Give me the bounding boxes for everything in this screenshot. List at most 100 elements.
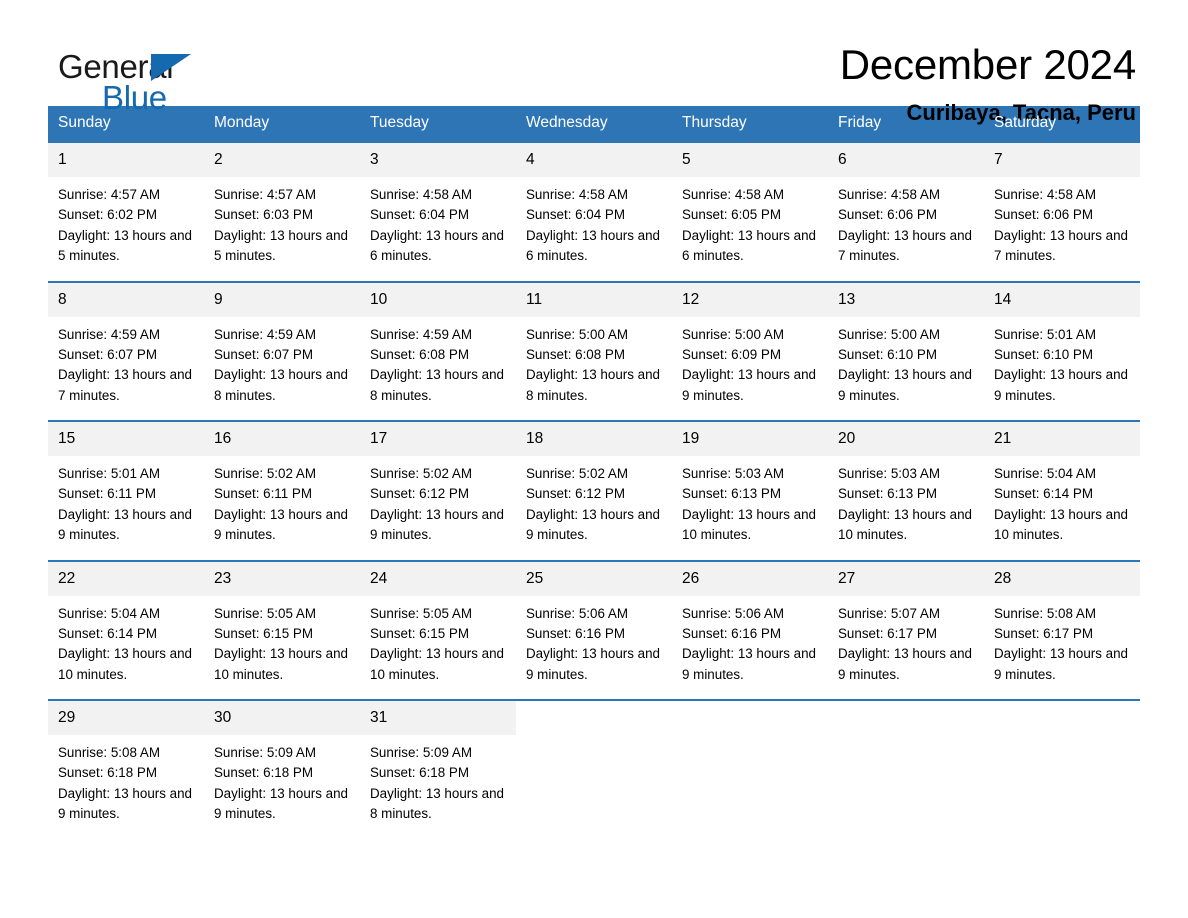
logo-text-blue: Blue <box>102 79 167 116</box>
day-number: 13 <box>828 282 984 317</box>
day-details: Sunrise: 5:06 AM Sunset: 6:16 PM Daylight:… <box>672 596 828 700</box>
sunrise-text: Sunrise: 5:08 AM <box>58 745 160 760</box>
calendar-day-cell[interactable]: 25 Sunrise: 5:06 AM Sunset: 6:16 PM Dayligh… <box>516 559 672 700</box>
sunrise-text: Sunrise: 5:02 AM <box>526 466 628 481</box>
sunrise-text: Sunrise: 5:01 AM <box>58 466 160 481</box>
calendar-day-cell[interactable]: 11 Sunrise: 5:00 AM Sunset: 6:08 PM Dayligh… <box>516 280 672 421</box>
calendar-day-cell[interactable]: 1 Sunrise: 4:57 AM Sunset: 6:02 PM Daylight… <box>48 141 204 282</box>
day-number: 28 <box>984 561 1140 596</box>
day-details: Sunrise: 4:58 AM Sunset: 6:04 PM Daylight:… <box>516 177 672 281</box>
day-number: 14 <box>984 282 1140 317</box>
day-details: Sunrise: 5:05 AM Sunset: 6:15 PM Daylight:… <box>360 596 516 700</box>
calendar-day-cell[interactable]: 10 Sunrise: 4:59 AM Sunset: 6:08 PM Dayligh… <box>360 280 516 421</box>
day-details: Sunrise: 4:58 AM Sunset: 6:05 PM Daylight:… <box>672 177 828 281</box>
calendar-day-cell[interactable]: 26 Sunrise: 5:06 AM Sunset: 6:16 PM Dayligh… <box>672 559 828 700</box>
calendar-day-cell[interactable]: 31 Sunrise: 5:09 AM Sunset: 6:18 PM Dayligh… <box>360 699 516 839</box>
calendar-day-cell[interactable]: 20 Sunrise: 5:03 AM Sunset: 6:13 PM Dayligh… <box>828 420 984 561</box>
day-details: Sunrise: 5:05 AM Sunset: 6:15 PM Daylight:… <box>204 596 360 700</box>
daylight-text: Daylight: 13 hours and 9 minutes. <box>994 646 1128 682</box>
calendar-day-cell[interactable]: 30 Sunrise: 5:09 AM Sunset: 6:18 PM Dayligh… <box>204 699 360 839</box>
calendar-day-cell[interactable]: 14 Sunrise: 5:01 AM Sunset: 6:10 PM Dayligh… <box>984 280 1140 421</box>
sunset-text: Sunset: 6:15 PM <box>214 625 313 641</box>
calendar-day-cell[interactable]: 8 Sunrise: 4:59 AM Sunset: 6:07 PM Daylight… <box>48 280 204 421</box>
sunrise-text: Sunrise: 5:03 AM <box>838 466 940 481</box>
daylight-text: Daylight: 13 hours and 10 minutes. <box>370 646 504 682</box>
sunset-text: Sunset: 6:02 PM <box>58 207 157 223</box>
sunset-text: Sunset: 6:09 PM <box>682 346 781 362</box>
sunset-text: Sunset: 6:18 PM <box>58 765 157 781</box>
sunrise-text: Sunrise: 4:59 AM <box>370 326 472 342</box>
calendar-day-cell[interactable]: 4 Sunrise: 4:58 AM Sunset: 6:04 PM Daylight… <box>516 141 672 282</box>
sunset-text: Sunset: 6:10 PM <box>838 346 937 362</box>
day-number: 5 <box>672 143 828 177</box>
day-details: Sunrise: 4:58 AM Sunset: 6:06 PM Daylight:… <box>828 177 984 281</box>
location-subtitle: Curibaya, Tacna, Peru <box>906 100 1136 126</box>
daylight-text: Daylight: 13 hours and 8 minutes. <box>526 367 660 403</box>
day-details: Sunrise: 5:03 AM Sunset: 6:13 PM Daylight:… <box>828 456 984 560</box>
calendar-day-cell[interactable]: 2 Sunrise: 4:57 AM Sunset: 6:03 PM Daylight… <box>204 141 360 282</box>
calendar-day-cell[interactable]: 23 Sunrise: 5:05 AM Sunset: 6:15 PM Dayligh… <box>204 559 360 700</box>
sunrise-text: Sunrise: 4:58 AM <box>682 187 784 202</box>
sunset-text: Sunset: 6:12 PM <box>526 486 625 502</box>
day-number <box>828 701 984 735</box>
calendar-day-cell[interactable]: 7 Sunrise: 4:58 AM Sunset: 6:06 PM Daylight… <box>984 141 1140 282</box>
calendar-day-cell[interactable]: 27 Sunrise: 5:07 AM Sunset: 6:17 PM Dayligh… <box>828 559 984 700</box>
general-blue-logo[interactable]: General Blue <box>58 42 208 114</box>
daylight-text: Daylight: 13 hours and 8 minutes. <box>214 367 348 403</box>
sunset-text: Sunset: 6:18 PM <box>214 765 313 781</box>
day-number: 19 <box>672 422 828 456</box>
sunset-text: Sunset: 6:07 PM <box>58 346 157 362</box>
sunset-text: Sunset: 6:17 PM <box>994 625 1093 641</box>
daylight-text: Daylight: 13 hours and 9 minutes. <box>58 785 192 822</box>
calendar-day-cell[interactable]: 17 Sunrise: 5:02 AM Sunset: 6:12 PM Dayligh… <box>360 420 516 561</box>
calendar-day-cell[interactable]: 22 Sunrise: 5:04 AM Sunset: 6:14 PM Dayligh… <box>48 559 204 700</box>
day-details: Sunrise: 5:00 AM Sunset: 6:08 PM Daylight:… <box>516 317 672 421</box>
day-details: Sunrise: 5:06 AM Sunset: 6:16 PM Daylight:… <box>516 596 672 700</box>
sunrise-text: Sunrise: 4:58 AM <box>526 187 628 202</box>
day-details: Sunrise: 5:00 AM Sunset: 6:10 PM Daylight:… <box>828 317 984 421</box>
sunrise-text: Sunrise: 4:59 AM <box>214 326 316 342</box>
daylight-text: Daylight: 13 hours and 9 minutes. <box>526 646 660 682</box>
calendar-day-cell[interactable]: 18 Sunrise: 5:02 AM Sunset: 6:12 PM Dayligh… <box>516 420 672 561</box>
calendar-day-cell[interactable]: 9 Sunrise: 4:59 AM Sunset: 6:07 PM Daylight… <box>204 280 360 421</box>
daylight-text: Daylight: 13 hours and 10 minutes. <box>994 506 1128 543</box>
calendar-day-cell[interactable]: 12 Sunrise: 5:00 AM Sunset: 6:09 PM Dayligh… <box>672 280 828 421</box>
calendar-day-cell[interactable]: 5 Sunrise: 4:58 AM Sunset: 6:05 PM Daylight… <box>672 141 828 282</box>
sunset-text: Sunset: 6:18 PM <box>370 765 469 781</box>
sunset-text: Sunset: 6:03 PM <box>214 207 313 223</box>
day-number <box>672 701 828 735</box>
calendar-day-cell[interactable]: 13 Sunrise: 5:00 AM Sunset: 6:10 PM Dayligh… <box>828 280 984 421</box>
sunrise-text: Sunrise: 5:02 AM <box>370 466 472 481</box>
daylight-text: Daylight: 13 hours and 6 minutes. <box>682 227 816 264</box>
calendar-day-cell[interactable]: 19 Sunrise: 5:03 AM Sunset: 6:13 PM Dayligh… <box>672 420 828 561</box>
day-number: 9 <box>204 282 360 317</box>
sunrise-text: Sunrise: 5:09 AM <box>370 745 472 760</box>
sunrise-text: Sunrise: 5:01 AM <box>994 326 1096 342</box>
calendar-day-cell[interactable]: 3 Sunrise: 4:58 AM Sunset: 6:04 PM Daylight… <box>360 141 516 282</box>
day-number: 16 <box>204 422 360 456</box>
daylight-text: Daylight: 13 hours and 8 minutes. <box>370 367 504 403</box>
daylight-text: Daylight: 13 hours and 9 minutes. <box>682 367 816 403</box>
calendar-week-row: 29 Sunrise: 5:08 AM Sunset: 6:18 PM Dayligh… <box>48 699 1140 839</box>
day-details: Sunrise: 5:04 AM Sunset: 6:14 PM Daylight:… <box>984 456 1140 560</box>
daylight-text: Daylight: 13 hours and 5 minutes. <box>214 227 348 264</box>
sunrise-text: Sunrise: 5:06 AM <box>682 605 784 621</box>
day-details: Sunrise: 5:04 AM Sunset: 6:14 PM Daylight:… <box>48 596 204 700</box>
calendar-day-cell[interactable]: 24 Sunrise: 5:05 AM Sunset: 6:15 PM Dayligh… <box>360 559 516 700</box>
calendar-day-cell[interactable]: 28 Sunrise: 5:08 AM Sunset: 6:17 PM Dayligh… <box>984 559 1140 700</box>
sunrise-text: Sunrise: 4:58 AM <box>994 187 1096 202</box>
calendar-day-cell[interactable]: 15 Sunrise: 5:01 AM Sunset: 6:11 PM Dayligh… <box>48 420 204 561</box>
day-details <box>516 735 672 821</box>
sunrise-text: Sunrise: 5:02 AM <box>214 466 316 481</box>
calendar-day-cell[interactable]: 29 Sunrise: 5:08 AM Sunset: 6:18 PM Dayligh… <box>48 699 204 839</box>
sunrise-text: Sunrise: 5:07 AM <box>838 605 940 621</box>
weekday-header-tuesday: Tuesday <box>360 106 516 142</box>
daylight-text: Daylight: 13 hours and 10 minutes. <box>682 506 816 543</box>
daylight-text: Daylight: 13 hours and 8 minutes. <box>370 785 504 822</box>
sunrise-text: Sunrise: 4:58 AM <box>838 187 940 202</box>
sunset-text: Sunset: 6:14 PM <box>994 486 1093 502</box>
calendar-day-cell[interactable]: 16 Sunrise: 5:02 AM Sunset: 6:11 PM Dayligh… <box>204 420 360 561</box>
calendar-day-cell[interactable]: 6 Sunrise: 4:58 AM Sunset: 6:06 PM Daylight… <box>828 141 984 282</box>
day-details <box>984 735 1140 821</box>
calendar-day-cell[interactable]: 21 Sunrise: 5:04 AM Sunset: 6:14 PM Dayligh… <box>984 420 1140 561</box>
